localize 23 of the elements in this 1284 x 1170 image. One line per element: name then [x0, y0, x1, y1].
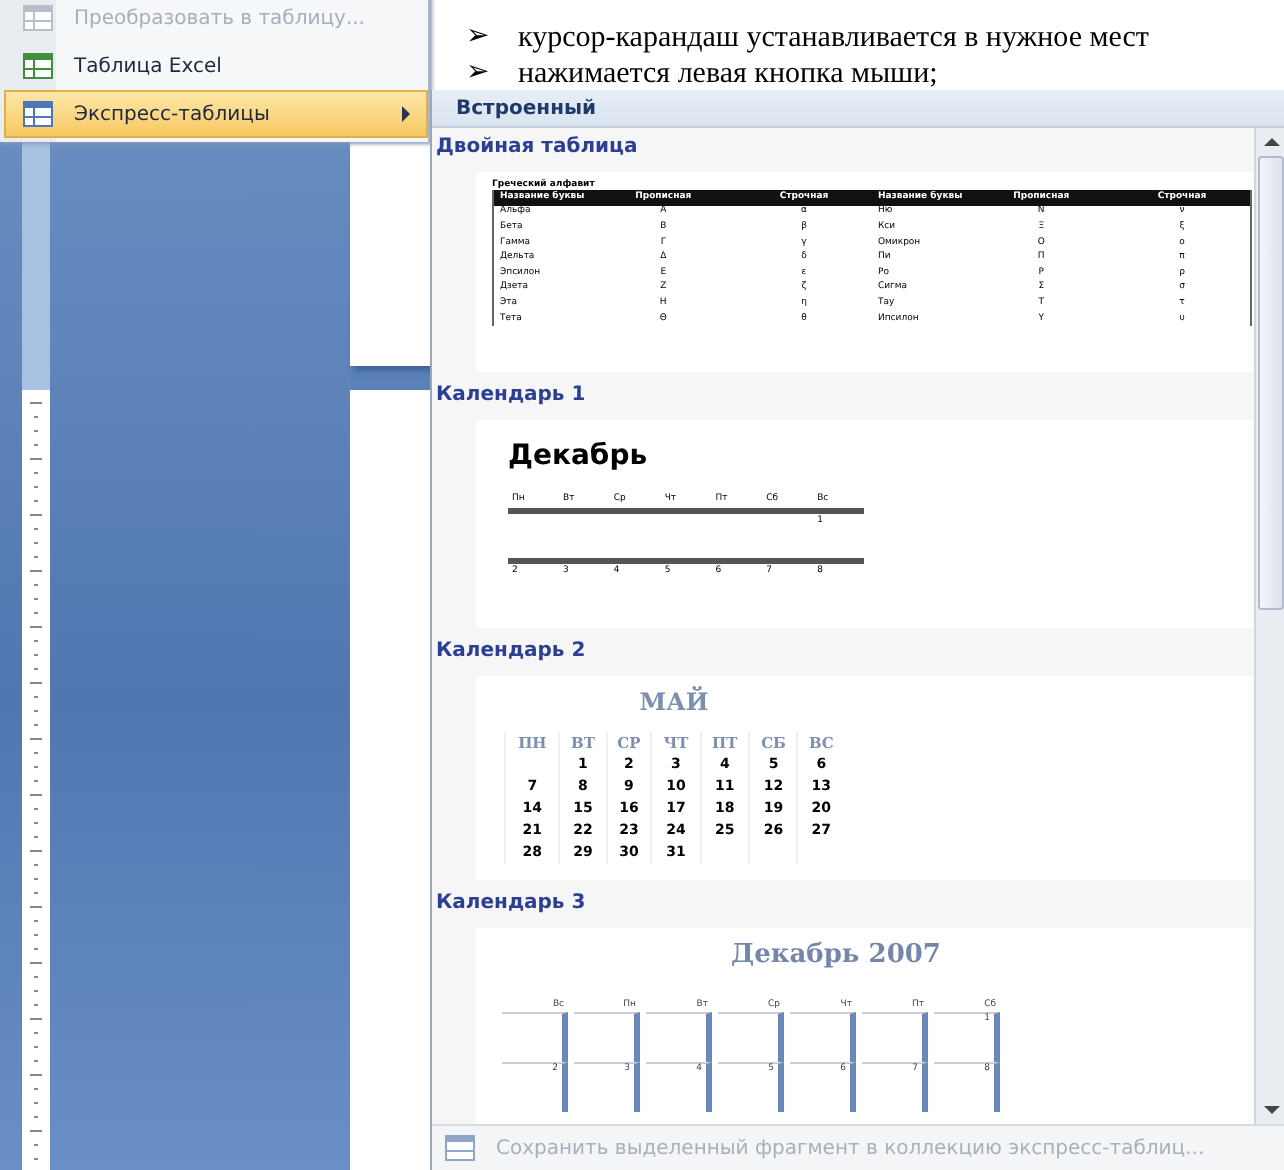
- template-preview[interactable]: [476, 172, 1254, 372]
- paragraph-text: нажимается левая кнопка мыши;: [518, 56, 938, 92]
- bullet-marker: ➢: [466, 56, 490, 92]
- paragraph-text: курсор-карандаш устанавливается в нужное мест: [518, 20, 1149, 56]
- table-icon: [444, 1134, 476, 1162]
- template-title: Календарь 2: [436, 640, 588, 666]
- table-icon: [22, 100, 54, 128]
- menu-item[interactable]: Экспресс-таблицы: [4, 90, 428, 138]
- menu-item[interactable]: Таблица Excel: [4, 42, 428, 90]
- month-title: МАЙ: [637, 688, 711, 716]
- scroll-up-icon[interactable]: [1263, 138, 1279, 146]
- scrollbar-thumb[interactable]: [1258, 156, 1284, 610]
- template-title: Календарь 1: [436, 384, 588, 410]
- gallery-header: Встроенный: [456, 97, 597, 119]
- submenu-arrow-icon: [402, 106, 410, 122]
- scroll-down-icon[interactable]: [1263, 1106, 1279, 1114]
- scrollbar[interactable]: [1254, 128, 1284, 1124]
- spreadsheet-icon: [22, 52, 54, 80]
- bullet-marker: ➢: [466, 20, 490, 56]
- month-title: Декабрь: [508, 440, 650, 472]
- month-title: Декабрь 2007: [729, 940, 943, 970]
- template-title: Календарь 3: [436, 892, 588, 918]
- template-title: Двойная таблица: [436, 136, 640, 162]
